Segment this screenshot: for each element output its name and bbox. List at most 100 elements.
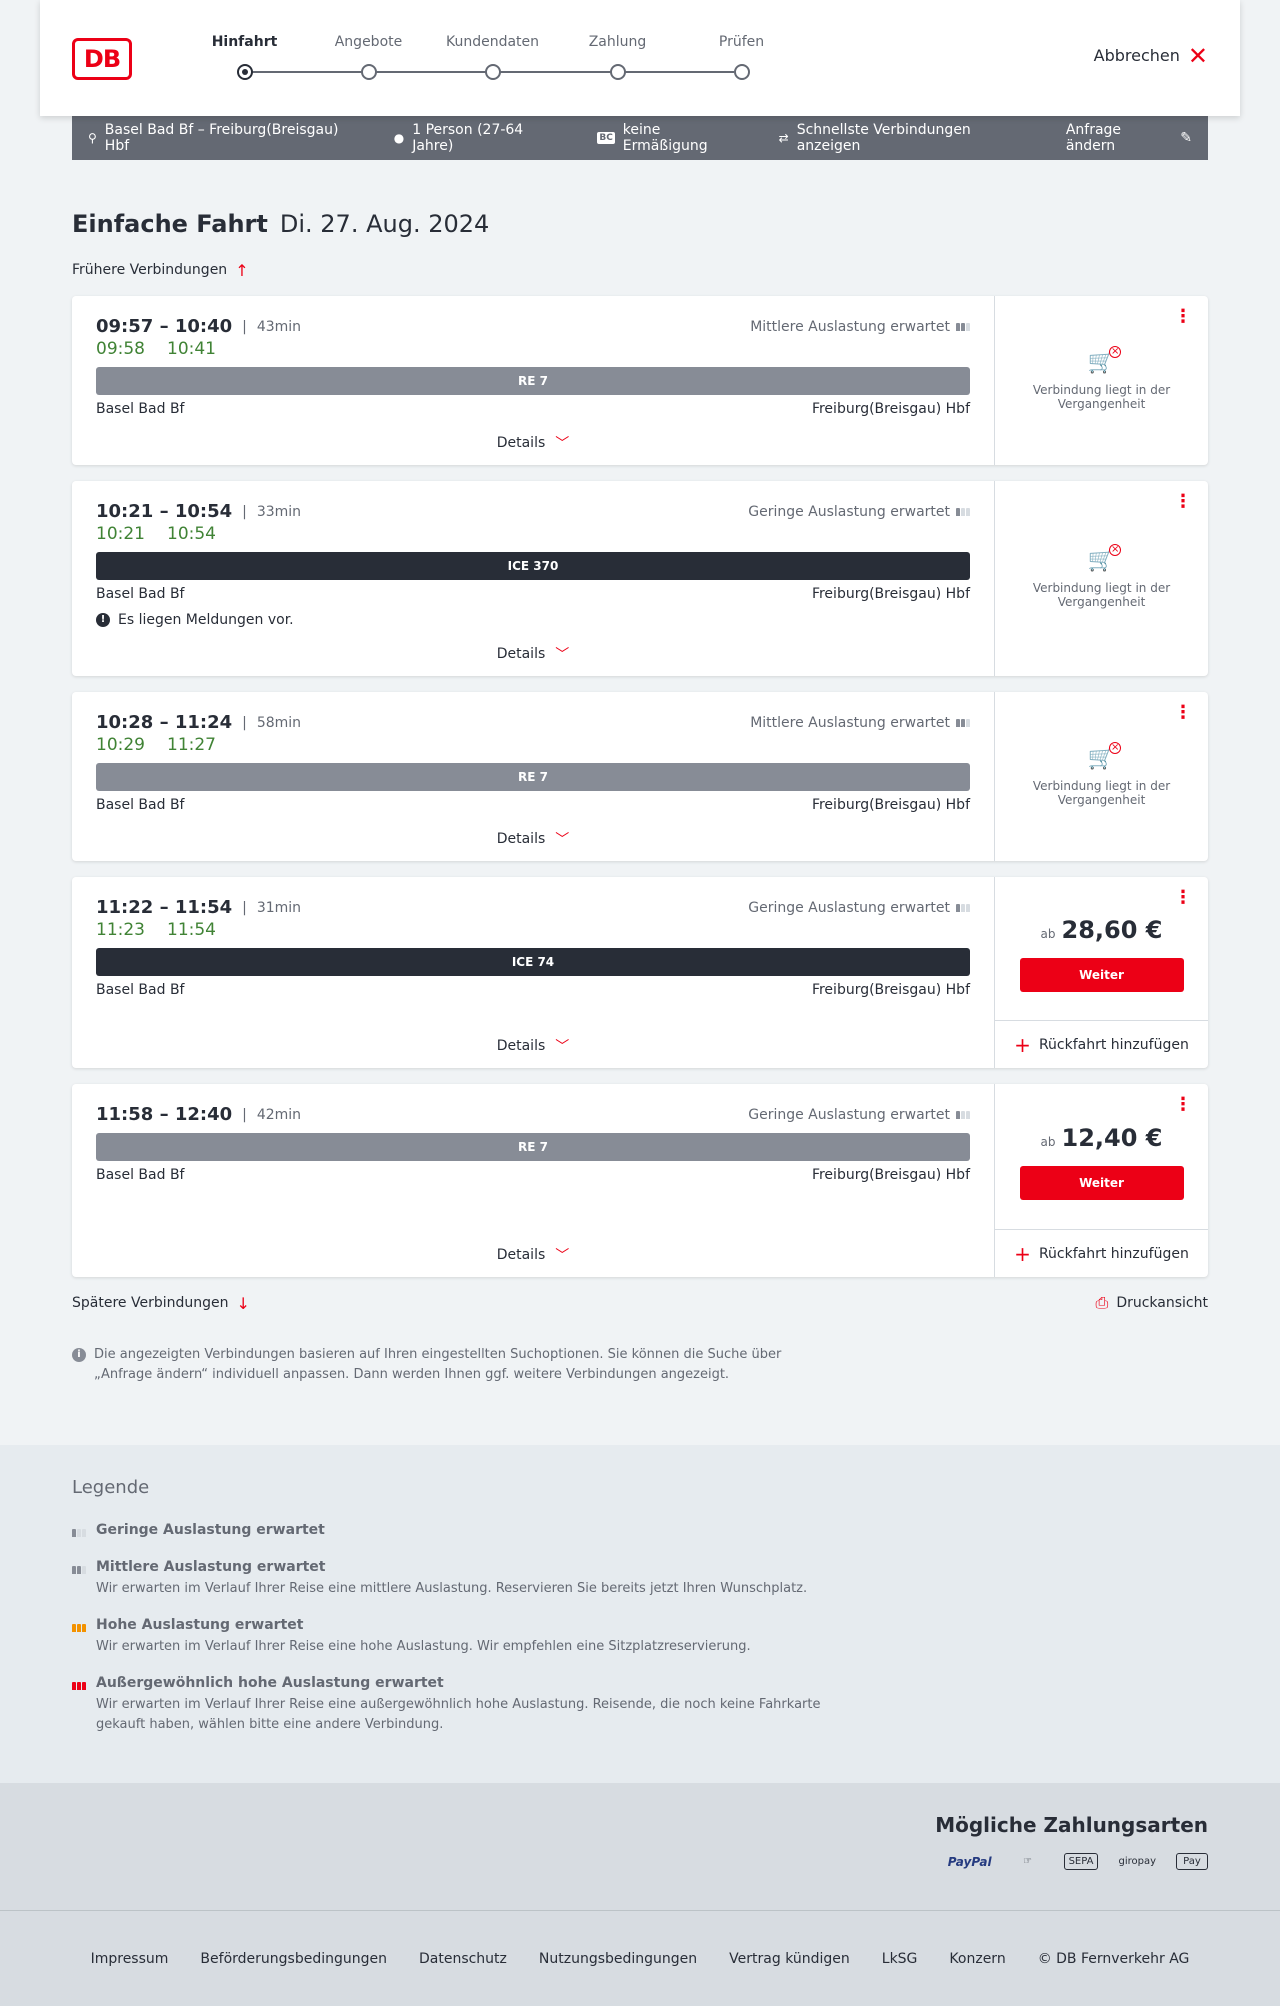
- more-options-icon[interactable]: ⋮: [1174, 493, 1192, 511]
- footer-link-vertrag-kuendigen[interactable]: Vertrag kündigen: [729, 1951, 850, 1967]
- legend-item-title: Hohe Auslastung erwartet: [96, 1617, 304, 1633]
- separator: |: [242, 503, 247, 520]
- add-return-label: Rückfahrt hinzufügen: [1038, 1036, 1189, 1053]
- footer-link-befoerderungsbedingungen[interactable]: Beförderungsbedingungen: [200, 1951, 387, 1967]
- realtime-departure: 09:58: [96, 339, 145, 359]
- step-dot-icon: [733, 64, 750, 80]
- legend-section: Legende Geringe Auslastung erwartet Mitt…: [0, 1445, 1280, 1783]
- details-toggle[interactable]: Details ﹀: [96, 1036, 970, 1056]
- db-logo[interactable]: DB: [72, 38, 132, 80]
- details-label: Details: [496, 435, 546, 451]
- footer-link-nutzungsbedingungen[interactable]: Nutzungsbedingungen: [539, 1951, 697, 1967]
- step-label: Angebote: [334, 34, 403, 50]
- connection-info: 10:21 – 10:54 | 33min Geringe Auslastung…: [72, 481, 994, 676]
- train-bar[interactable]: RE 7: [96, 367, 970, 395]
- legend-item-desc: Wir erwarten im Verlauf Ihrer Reise eine…: [96, 1639, 751, 1654]
- connection-card: 09:57 – 10:40 | 43min Mittlere Auslastun…: [72, 296, 1208, 465]
- origin-station: Basel Bad Bf: [96, 401, 185, 417]
- legend-item-title: Außergewöhnlich hohe Auslastung erwartet: [96, 1675, 444, 1691]
- connection-info: 11:22 – 11:54 | 31min Geringe Auslastung…: [72, 877, 994, 1068]
- continue-button[interactable]: Weiter: [1019, 957, 1184, 992]
- train-bar[interactable]: RE 7: [96, 1133, 970, 1161]
- legend-item-title: Mittlere Auslastung erwartet: [96, 1559, 326, 1575]
- edit-request-label: Anfrage ändern: [1065, 122, 1122, 154]
- progress-steps: Hinfahrt Angebote Kundendaten Zahlung Pr…: [182, 34, 802, 84]
- load-text: Geringe Auslastung erwartet: [748, 899, 950, 916]
- destination-station: Freiburg(Breisgau) Hbf: [811, 401, 970, 417]
- realtime-times: 10:29 11:27: [96, 735, 970, 755]
- offer-panel: ⋮ 🛒 × Verbindung liegt in der Vergangenhe…: [994, 296, 1208, 465]
- times-row: 10:28 – 11:24 | 58min Mittlere Auslastun…: [96, 712, 970, 733]
- occupancy-medium-icon: [956, 718, 970, 727]
- payment-title: Mögliche Zahlungsarten: [935, 1813, 1208, 1837]
- step-label: Hinfahrt: [211, 34, 278, 50]
- add-return-button[interactable]: + Rückfahrt hinzufügen: [995, 1020, 1208, 1068]
- location-pin-icon: ⚲: [88, 131, 97, 145]
- step-dot-icon: [609, 64, 626, 80]
- details-label: Details: [496, 1247, 546, 1263]
- origin-station: Basel Bad Bf: [96, 1167, 185, 1183]
- legend-title: Legende: [72, 1477, 150, 1498]
- train-bar[interactable]: RE 7: [96, 763, 970, 791]
- earlier-connections-link[interactable]: Frühere Verbindungen ↑: [72, 260, 1208, 280]
- separator: |: [242, 1106, 247, 1123]
- more-options-icon[interactable]: ⋮: [1174, 308, 1192, 326]
- legend-item-desc: Wir erwarten im Verlauf Ihrer Reise eine…: [96, 1697, 821, 1732]
- realtime-arrival: 11:27: [167, 735, 216, 755]
- realtime-departure: 11:23: [96, 920, 145, 940]
- legend-item-low: Geringe Auslastung erwartet: [72, 1522, 1208, 1541]
- load-text: Mittlere Auslastung erwartet: [750, 318, 950, 335]
- cancel-label: Abbrechen: [1093, 46, 1180, 65]
- footer-link-konzern[interactable]: Konzern: [949, 1951, 1005, 1967]
- summary-route: ⚲ Basel Bad Bf – Freiburg(Breisgau) Hbf: [88, 122, 362, 154]
- details-toggle[interactable]: Details ﹀: [96, 1245, 970, 1265]
- more-options-icon[interactable]: ⋮: [1174, 704, 1192, 722]
- add-return-button[interactable]: + Rückfahrt hinzufügen: [995, 1229, 1208, 1277]
- arrow-up-icon: ↑: [235, 260, 249, 280]
- realtime-times: 10:21 10:54: [96, 524, 970, 544]
- print-view-link[interactable]: ⎙ Druckansicht: [1096, 1293, 1208, 1313]
- footer-link-lksg[interactable]: LkSG: [882, 1951, 918, 1967]
- realtime-arrival: 10:54: [167, 524, 216, 544]
- details-toggle[interactable]: Details ﹀: [96, 433, 970, 453]
- offer-panel: ⋮ 🛒 × Verbindung liegt in der Vergangenhe…: [994, 692, 1208, 861]
- cancel-button[interactable]: Abbrechen ✕: [1093, 44, 1208, 68]
- step-label: Zahlung: [588, 34, 647, 50]
- summary-passengers: ● 1 Person (27-64 Jahre): [394, 122, 566, 154]
- bahncard-icon: BC: [597, 132, 615, 144]
- edit-request-button[interactable]: Anfrage ändern ✎: [1066, 122, 1192, 154]
- legend-item-high: Hohe Auslastung erwartet Wir erwarten im…: [72, 1617, 1208, 1657]
- search-summary-bar: ⚲ Basel Bad Bf – Freiburg(Breisgau) Hbf …: [72, 116, 1208, 160]
- trip-type: Einfache Fahrt: [72, 210, 268, 238]
- load-text: Geringe Auslastung erwartet: [748, 503, 950, 520]
- more-options-icon[interactable]: ⋮: [1174, 889, 1192, 907]
- details-toggle[interactable]: Details ﹀: [96, 829, 970, 849]
- train-bar[interactable]: ICE 74: [96, 948, 970, 976]
- destination-station: Freiburg(Breisgau) Hbf: [811, 797, 970, 813]
- destination-station: Freiburg(Breisgau) Hbf: [811, 1167, 970, 1183]
- later-row: Spätere Verbindungen ↓ ⎙ Druckansicht: [72, 1293, 1208, 1313]
- arrow-down-icon: ↓: [236, 1293, 250, 1313]
- details-label: Details: [496, 831, 546, 847]
- step-pruefen: Prüfen: [679, 34, 804, 84]
- details-label: Details: [496, 646, 546, 662]
- train-bar[interactable]: ICE 370: [96, 552, 970, 580]
- duration: 33min: [256, 503, 302, 520]
- stations-row: Basel Bad Bf Freiburg(Breisgau) Hbf: [96, 401, 970, 417]
- price-prefix: ab: [1040, 926, 1056, 941]
- price: ab 12,40 €: [1041, 1124, 1163, 1152]
- later-connections-link[interactable]: Spätere Verbindungen ↓: [72, 1294, 250, 1313]
- continue-button[interactable]: Weiter: [1019, 1165, 1184, 1200]
- stations-row: Basel Bad Bf Freiburg(Breisgau) Hbf: [96, 1167, 970, 1183]
- origin-station: Basel Bad Bf: [96, 982, 185, 998]
- footer-link-impressum[interactable]: Impressum: [91, 1951, 169, 1967]
- more-options-icon[interactable]: ⋮: [1174, 1096, 1192, 1114]
- planned-times: 11:22 – 11:54: [96, 897, 233, 918]
- footer-link-datenschutz[interactable]: Datenschutz: [419, 1951, 507, 1967]
- details-toggle[interactable]: Details ﹀: [96, 644, 970, 664]
- pencil-icon: ✎: [1180, 130, 1193, 146]
- planned-times: 11:58 – 12:40: [96, 1104, 233, 1125]
- planned-times: 10:28 – 11:24: [96, 712, 233, 733]
- legend-item-mid: Mittlere Auslastung erwartet Wir erwarte…: [72, 1559, 1208, 1599]
- past-text: Verbindung liegt in der Vergangenheit: [1032, 383, 1171, 411]
